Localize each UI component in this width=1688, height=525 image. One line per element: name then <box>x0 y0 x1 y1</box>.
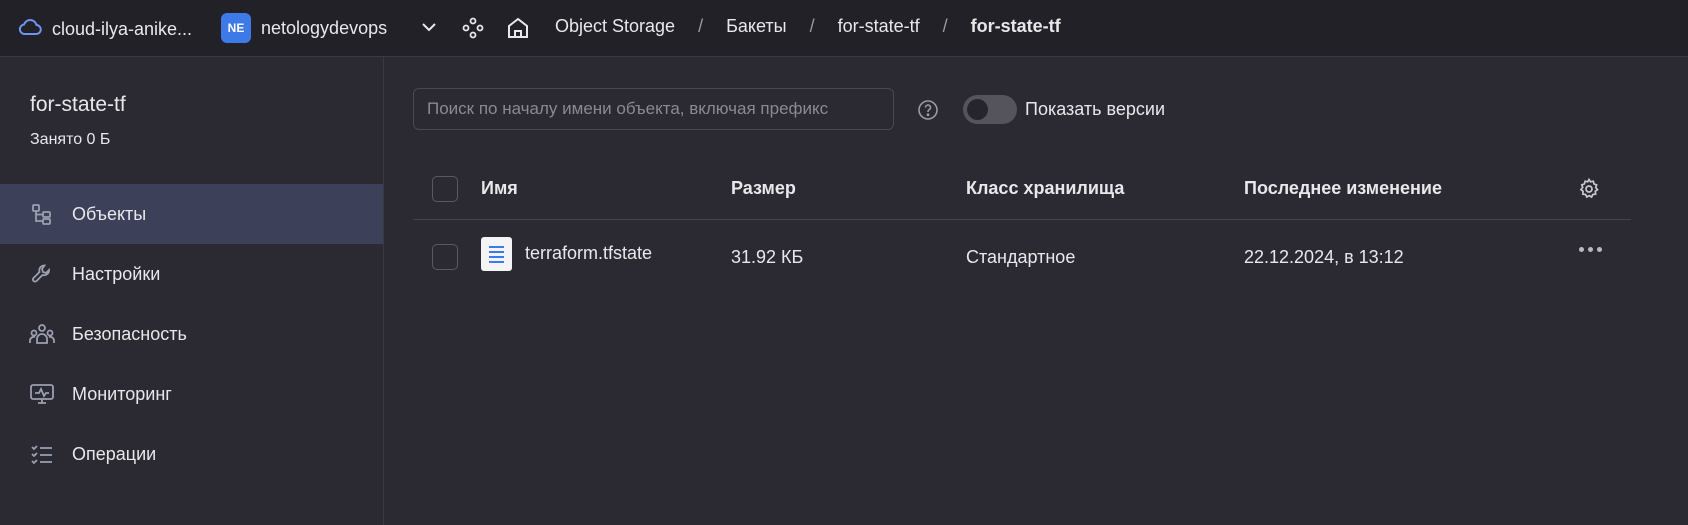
breadcrumb-current: for-state-tf <box>970 16 1061 36</box>
file-size: 31.92 КБ <box>731 247 804 267</box>
cloud-icon <box>18 17 42 42</box>
search-input[interactable] <box>413 88 894 130</box>
breadcrumb-separator: / <box>942 16 948 36</box>
sidebar-item-label: Операции <box>72 443 157 464</box>
column-header-storage-class[interactable]: Класс хранилища <box>966 178 1124 199</box>
column-header-modified[interactable]: Последнее изменение <box>1244 178 1442 199</box>
breadcrumb-bucket[interactable]: for-state-tf <box>838 16 920 37</box>
sidebar-item-label: Безопасность <box>72 323 187 344</box>
select-all-checkbox[interactable] <box>432 176 458 202</box>
help-icon[interactable] <box>917 99 939 126</box>
toggle-knob <box>967 99 988 120</box>
show-versions-toggle[interactable] <box>963 95 1017 124</box>
sidebar-item-objects[interactable]: Объекты <box>0 184 383 244</box>
sidebar-item-security[interactable]: Безопасность <box>0 304 383 364</box>
bucket-title: for-state-tf <box>30 93 126 116</box>
sidebar-item-settings[interactable]: Настройки <box>0 244 383 304</box>
show-versions-label: Показать версии <box>1025 99 1166 119</box>
sidebar-item-label: Настройки <box>72 263 161 284</box>
sidebar-item-operations[interactable]: Операции <box>0 424 383 484</box>
services-icon[interactable] <box>461 16 485 45</box>
column-header-name[interactable]: Имя <box>481 178 518 199</box>
cloud-selector[interactable]: cloud-ilya-anike... <box>18 17 192 42</box>
sidebar-item-monitoring[interactable]: Мониторинг <box>0 364 383 424</box>
chevron-down-icon[interactable] <box>420 18 438 41</box>
file-name[interactable]: terraform.tfstate <box>525 243 652 264</box>
table-header-divider <box>413 219 1631 220</box>
bucket-usage: Занято 0 Б <box>30 131 111 148</box>
file-modified: 22.12.2024, в 13:12 <box>1244 247 1404 267</box>
cloud-label: cloud-ilya-anike... <box>52 19 193 39</box>
breadcrumb-separator: / <box>809 16 815 36</box>
org-label: netologydevops <box>261 17 388 38</box>
sidebar: for-state-tf Занято 0 Б Объекты Настройк… <box>0 57 384 525</box>
org-badge: NE <box>221 13 251 43</box>
monitor-icon <box>28 380 56 408</box>
org-selector[interactable]: NE netologydevops <box>221 13 387 43</box>
column-header-size[interactable]: Размер <box>731 178 796 199</box>
breadcrumb-object-storage[interactable]: Object Storage <box>555 16 675 37</box>
home-icon[interactable] <box>505 15 531 46</box>
file-icon <box>481 237 512 271</box>
sidebar-item-label: Мониторинг <box>72 383 172 404</box>
sidebar-item-label: Объекты <box>72 203 147 224</box>
breadcrumb-buckets[interactable]: Бакеты <box>726 16 787 37</box>
breadcrumb-separator: / <box>698 16 704 36</box>
gear-icon[interactable] <box>1577 177 1601 206</box>
wrench-icon <box>28 260 56 288</box>
more-actions-icon[interactable] <box>1579 247 1602 252</box>
file-storage-class: Стандартное <box>966 247 1076 267</box>
breadcrumb: Object Storage / Бакеты / for-state-tf /… <box>555 16 1061 37</box>
sidebar-nav: Объекты Настройки Безопасность Мониторин… <box>0 184 383 484</box>
top-bar: cloud-ilya-anike... NE netologydevops Ob… <box>0 0 1688 57</box>
row-checkbox[interactable] <box>432 244 458 270</box>
list-check-icon <box>28 440 56 468</box>
objects-icon <box>28 200 56 228</box>
people-icon <box>28 320 56 348</box>
